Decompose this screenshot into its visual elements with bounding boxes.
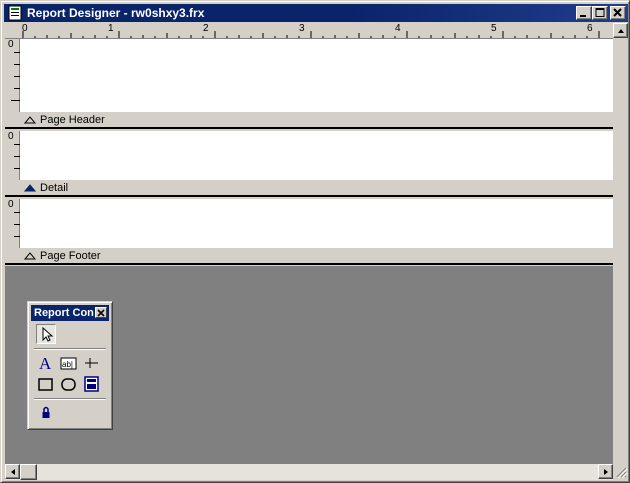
toolbox-close-button[interactable] (95, 307, 107, 318)
ruler-tick (14, 168, 20, 169)
label-icon: A (39, 354, 52, 372)
pointer-icon (42, 326, 54, 342)
band-label-page-header: Page Header (40, 114, 105, 126)
label-tool[interactable]: A (36, 353, 56, 373)
page-footer-band-area[interactable]: 0 (5, 199, 613, 248)
toolbox-title-bar[interactable]: Report Controls (31, 305, 109, 321)
rounded-rectangle-icon (61, 378, 76, 391)
close-button[interactable] (610, 6, 626, 20)
ruler-tick (14, 212, 20, 213)
scroll-right-button[interactable] (598, 464, 613, 479)
ruler-tick (14, 64, 20, 65)
band-label-detail: Detail (40, 182, 69, 194)
ruler-tick (14, 88, 20, 89)
band-expanded-icon (24, 116, 36, 124)
ruler-tick (14, 156, 20, 157)
toolbox-separator (34, 348, 106, 350)
title-bar[interactable]: Report Designer - rw0shxy3.frx (4, 4, 628, 22)
scroll-left-button[interactable] (5, 464, 20, 479)
ruler-tick (14, 224, 20, 225)
field-icon: ab| (60, 357, 77, 370)
report-designer-window: Report Designer - rw0shxy3.frx 0 1 2 3 4… (0, 0, 630, 483)
rectangle-icon (38, 378, 53, 391)
minimize-button[interactable] (576, 6, 592, 20)
ruler-tick (14, 236, 20, 237)
window-title: Report Designer - rw0shxy3.frx (27, 6, 205, 20)
picture-ole-icon (84, 376, 99, 392)
ruler-label: 2 (203, 23, 209, 34)
svg-text:A: A (39, 354, 52, 372)
toolbox-title: Report Controls (34, 307, 94, 319)
ruler-ticks (22, 31, 600, 38)
rounded-rectangle-tool[interactable] (59, 374, 79, 394)
horizontal-scroll-thumb[interactable] (20, 464, 37, 480)
ruler-label: 1 (108, 23, 114, 34)
ruler-label: 0 (8, 131, 14, 142)
pointer-tool[interactable] (36, 324, 56, 344)
vertical-ruler: 0 (5, 199, 20, 248)
field-tool[interactable]: ab| (59, 353, 79, 373)
report-app-icon (8, 5, 22, 21)
ruler-tick (11, 100, 20, 101)
line-icon (85, 358, 98, 368)
band-expanded-icon (24, 252, 36, 260)
line-tool[interactable] (82, 353, 102, 373)
ruler-label: 0 (22, 23, 28, 34)
lock-icon (42, 406, 50, 418)
chevron-right-icon (604, 469, 608, 475)
ruler-label: 6 (587, 23, 593, 34)
maximize-icon (595, 8, 605, 17)
chevron-up-icon (618, 29, 624, 33)
horizontal-ruler: 0 1 2 3 4 5 6 (5, 23, 613, 39)
ruler-label: 0 (8, 39, 14, 50)
page-header-band-bar[interactable]: Page Header (5, 112, 613, 129)
minimize-icon (580, 15, 586, 17)
size-grip[interactable] (613, 464, 628, 480)
close-icon (97, 309, 105, 317)
button-lock-tool[interactable] (36, 403, 56, 423)
detail-band-bar[interactable]: Detail (5, 180, 613, 197)
ruler-label: 0 (8, 199, 14, 210)
ruler-tick (14, 144, 20, 145)
report-controls-toolbox[interactable]: Report Controls A ab| (27, 301, 113, 430)
ruler-tick (14, 52, 20, 53)
page-header-band-area[interactable]: 0 (5, 39, 613, 112)
svg-text:ab|: ab| (62, 360, 73, 369)
ruler-label: 4 (395, 23, 401, 34)
vertical-ruler: 0 (5, 131, 20, 180)
size-grip-icon (616, 467, 628, 479)
ruler-label: 3 (299, 23, 305, 34)
close-icon (613, 8, 622, 17)
chevron-left-icon (11, 469, 15, 475)
picture-ole-tool[interactable] (82, 374, 102, 394)
ruler-label: 5 (491, 23, 497, 34)
detail-band-area[interactable]: 0 (5, 131, 613, 180)
band-label-page-footer: Page Footer (40, 250, 101, 262)
scroll-up-button[interactable] (613, 23, 628, 38)
vertical-scrollbar[interactable] (613, 23, 628, 464)
band-selected-icon (24, 184, 36, 192)
horizontal-scrollbar[interactable] (5, 464, 613, 480)
rectangle-tool[interactable] (36, 374, 56, 394)
ruler-tick (14, 76, 20, 77)
vertical-ruler: 0 (5, 39, 20, 112)
toolbox-separator (34, 398, 106, 400)
maximize-button[interactable] (592, 6, 608, 20)
page-footer-band-bar[interactable]: Page Footer (5, 248, 613, 265)
